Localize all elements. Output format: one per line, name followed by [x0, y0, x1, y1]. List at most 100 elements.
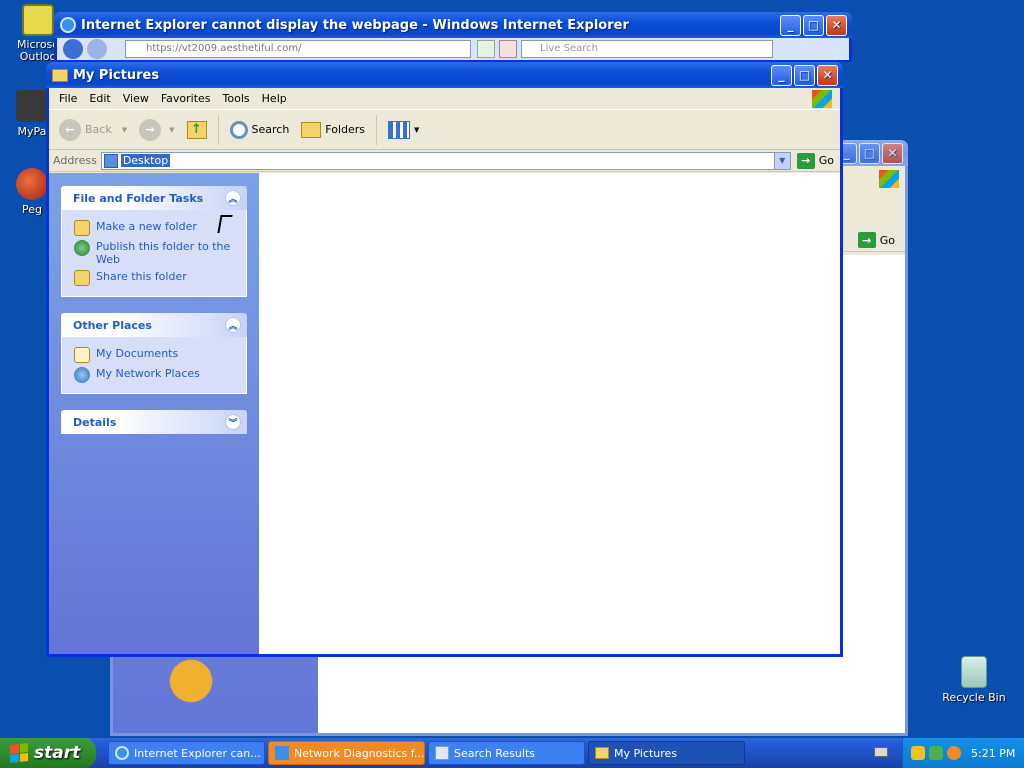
- menu-view[interactable]: View: [117, 92, 155, 105]
- address-label: Address: [53, 154, 97, 167]
- search-companion-dog-icon[interactable]: [161, 653, 221, 723]
- my-network-places-link[interactable]: My Network Places: [74, 367, 238, 383]
- minimize-button[interactable]: _: [771, 64, 792, 86]
- refresh-icon[interactable]: [477, 40, 495, 58]
- back-arrow-icon[interactable]: [63, 39, 83, 59]
- ie-window[interactable]: Internet Explorer cannot display the web…: [54, 12, 852, 62]
- ie-navbar: https://vt2009.aesthetiful.com/ Live Sea…: [57, 38, 849, 60]
- clock[interactable]: 5:21 PM: [971, 747, 1015, 760]
- address-input[interactable]: Desktop ▼: [100, 151, 791, 170]
- stop-icon[interactable]: [499, 40, 517, 58]
- forward-arrow-icon: →: [139, 118, 162, 141]
- task-pane: File and Folder Tasks ︽ Make a new folde…: [49, 173, 259, 654]
- taskbar-item-label: My Pictures: [614, 746, 678, 760]
- forward-arrow-icon[interactable]: [87, 39, 107, 59]
- folders-button[interactable]: Folders: [297, 120, 369, 140]
- maximize-button[interactable]: □: [859, 142, 880, 164]
- expand-icon[interactable]: ︾: [225, 414, 241, 430]
- menu-help[interactable]: Help: [256, 92, 293, 105]
- search-button[interactable]: Search: [226, 119, 294, 141]
- go-button[interactable]: → Go: [852, 232, 901, 248]
- other-places-panel: Other Places ︽ My Documents My Network P…: [61, 313, 247, 394]
- address-bar: Address Desktop ▼ → Go: [49, 150, 840, 172]
- peg-icon: [16, 168, 48, 200]
- windows-logo-icon: [812, 89, 832, 108]
- up-folder-button[interactable]: ↑: [183, 119, 211, 141]
- chevron-down-icon[interactable]: ▼: [773, 152, 790, 169]
- folders-icon: [301, 121, 322, 138]
- search-icon: [229, 120, 248, 139]
- panel-header[interactable]: Details ︾: [61, 410, 247, 434]
- forward-button[interactable]: → ▼: [135, 117, 178, 143]
- go-button[interactable]: → Go: [791, 152, 840, 169]
- desktop-icon-label: Recycle Bin: [942, 691, 1006, 704]
- taskbar-item-network-diagnostics[interactable]: Network Diagnostics f...: [268, 741, 425, 765]
- taskbar-item-label: Internet Explorer can...: [134, 746, 261, 760]
- taskbar-item-ie[interactable]: Internet Explorer can...: [108, 741, 265, 765]
- close-button[interactable]: ✕: [826, 14, 847, 36]
- back-arrow-icon: ←: [59, 118, 81, 141]
- views-button[interactable]: ▼: [384, 119, 423, 141]
- share-folder-link[interactable]: Share this folder: [74, 270, 238, 286]
- taskbar-item-search-results[interactable]: Search Results: [428, 741, 585, 765]
- ie-search-input[interactable]: Live Search: [521, 40, 773, 58]
- ie-url-input[interactable]: https://vt2009.aesthetiful.com/: [125, 40, 471, 58]
- go-arrow-icon: →: [796, 152, 815, 169]
- start-button[interactable]: start: [0, 738, 96, 768]
- documents-icon: [74, 347, 90, 363]
- dropdown-arrow-icon[interactable]: ▼: [122, 126, 127, 134]
- dropdown-arrow-icon[interactable]: ▼: [169, 126, 174, 134]
- network-status-icon[interactable]: [929, 746, 943, 760]
- taskbar-item-label: Network Diagnostics f...: [294, 746, 425, 760]
- dropdown-arrow-icon: ▼: [414, 125, 420, 134]
- explorer-window-title: My Pictures: [73, 67, 160, 83]
- system-tray: 5:21 PM: [902, 738, 1024, 768]
- maximize-button[interactable]: □: [794, 64, 815, 86]
- my-documents-link[interactable]: My Documents: [74, 347, 238, 363]
- go-label: Go: [879, 233, 895, 247]
- close-button[interactable]: ✕: [882, 142, 903, 164]
- program-icon: [16, 90, 48, 122]
- menu-favorites[interactable]: Favorites: [155, 92, 217, 105]
- ie-icon: [115, 746, 129, 760]
- close-button[interactable]: ✕: [817, 64, 838, 86]
- search-icon[interactable]: [947, 746, 961, 760]
- collapse-icon[interactable]: ︽: [225, 317, 241, 333]
- maximize-button[interactable]: □: [803, 14, 824, 36]
- share-folder-icon: [74, 270, 90, 286]
- panel-header[interactable]: Other Places ︽: [61, 313, 247, 337]
- folder-icon: [52, 68, 68, 82]
- explorer-window[interactable]: My Pictures _ □ ✕ File Edit View Favorit…: [46, 62, 843, 657]
- publish-web-link[interactable]: Publish this folder to the Web: [74, 240, 238, 266]
- file-list-area[interactable]: [259, 173, 840, 654]
- keyboard-icon[interactable]: [874, 747, 888, 757]
- panel-title: Details: [73, 415, 117, 429]
- toolbar: ← Back ▼ → ▼ ↑ Search Folders ▼: [49, 110, 840, 150]
- ie-icon: [60, 17, 76, 33]
- desktop-icon-recycle-bin[interactable]: Recycle Bin: [942, 656, 1006, 704]
- menu-file[interactable]: File: [53, 92, 83, 105]
- ie-window-title: Internet Explorer cannot display the web…: [81, 17, 629, 33]
- file-folder-tasks-panel: File and Folder Tasks ︽ Make a new folde…: [61, 186, 247, 297]
- menu-edit[interactable]: Edit: [83, 92, 116, 105]
- windows-flag-icon: [10, 743, 28, 763]
- collapse-icon[interactable]: ︽: [225, 190, 241, 206]
- panel-title: Other Places: [73, 318, 152, 332]
- taskbar-item-my-pictures[interactable]: My Pictures: [588, 741, 745, 765]
- panel-header[interactable]: File and Folder Tasks ︽: [61, 186, 247, 210]
- toolbar-separator: [217, 114, 219, 145]
- recycle-bin-icon: [961, 656, 987, 688]
- security-shield-icon[interactable]: [911, 746, 925, 760]
- back-button[interactable]: ← Back ▼: [55, 117, 131, 143]
- go-label: Go: [818, 154, 834, 167]
- address-value: Desktop: [120, 154, 171, 167]
- desktop-icon: [103, 153, 118, 168]
- explorer-titlebar[interactable]: My Pictures _ □ ✕: [46, 62, 843, 88]
- toolbar-separator: [376, 114, 378, 145]
- search-results-icon: [435, 746, 449, 760]
- ie-titlebar[interactable]: Internet Explorer cannot display the web…: [54, 12, 852, 38]
- views-icon: [388, 120, 411, 139]
- menu-tools[interactable]: Tools: [217, 92, 256, 105]
- make-new-folder-link[interactable]: Make a new folder: [74, 220, 238, 236]
- minimize-button[interactable]: _: [780, 14, 801, 36]
